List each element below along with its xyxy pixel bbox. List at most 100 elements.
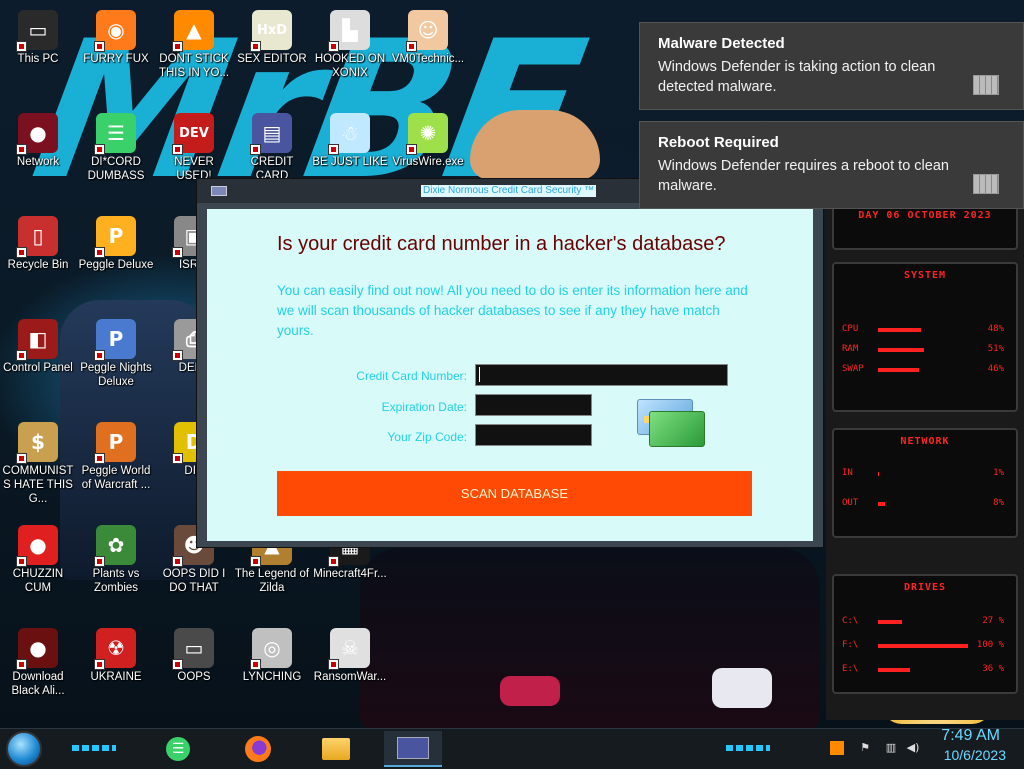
desktop-icon[interactable]: ✿ Plants vs Zombies: [78, 521, 154, 617]
notification-reboot-required[interactable]: Reboot Required Windows Defender require…: [639, 121, 1024, 209]
taskbar-app-firefox[interactable]: [238, 731, 278, 767]
desktop-icon[interactable]: ◧ Control Panel: [0, 315, 76, 411]
gadget-row: CPU 48%: [842, 324, 1004, 334]
desktop-icon[interactable]: P Peggle Deluxe: [78, 212, 154, 308]
headline: Is your credit card number in a hacker's…: [277, 233, 726, 255]
gadget-date: DAY 06 OCTOBER 2023: [858, 210, 992, 221]
desktop-icon[interactable]: ▙ HOOKED ON XONIX: [312, 6, 388, 102]
shortcut-arrow-icon: [16, 247, 27, 258]
desktop-icon-label: COMMUNISTS HATE THIS G...: [2, 465, 74, 505]
desktop-icon-label: Network: [16, 156, 60, 168]
desktop-icon[interactable]: ▭ This PC: [0, 6, 76, 102]
credit-card-security-window[interactable]: Dixie Normous Credit Card Security ™ Is …: [196, 178, 824, 548]
gadget-row: OUT 8%: [842, 498, 1004, 508]
desktop-icon[interactable]: ☠ RansomWar...: [312, 624, 388, 720]
vlc-cone-icon: ▲: [172, 10, 214, 52]
desktop-icon[interactable]: ● CHUZZIN CUM: [0, 521, 76, 617]
network-tray-icon[interactable]: ▥: [884, 741, 898, 755]
icon-glyph: ●: [29, 636, 47, 660]
gadget-row-value: 48%: [987, 324, 1004, 334]
taskbar-decoration-right: [726, 745, 770, 751]
santa-icon: ☃: [328, 113, 370, 155]
desktop-icon[interactable]: ☺ VM0Technic...: [390, 6, 466, 102]
shortcut-arrow-icon: [406, 41, 417, 52]
expiration-date-input[interactable]: [475, 394, 592, 416]
description-text: You can easily find out now! All you nee…: [277, 283, 748, 338]
shortcut-arrow-icon: [94, 453, 105, 464]
tray-app-icon[interactable]: [830, 741, 844, 755]
recycle-bin-icon: ▯: [16, 216, 58, 258]
firefox-icon: ◉: [94, 10, 136, 52]
gadget-system-title: SYSTEM: [903, 270, 947, 281]
icon-glyph: ◧: [28, 327, 48, 351]
gadget-row-label: CPU: [842, 324, 859, 334]
desktop-icon[interactable]: $ COMMUNISTS HATE THIS G...: [0, 418, 76, 514]
icon-glyph: ▯: [32, 224, 44, 248]
taskbar: ☰ ⚑ ▥ ◀) 7:49 AM 10/6/2023: [0, 727, 1024, 769]
desktop-icon-label: Recycle Bin: [7, 259, 69, 271]
desktop-icon[interactable]: P Peggle Nights Deluxe: [78, 315, 154, 411]
cyber-system-monitor-gadget: DAY 06 OCTOBER 2023 SYSTEM CPU 48% RAM 51% S…: [826, 178, 1024, 720]
pvz-icon: ✿: [94, 525, 136, 567]
this-pc-icon: ▭: [16, 10, 58, 52]
gadget-row-label: RAM: [842, 344, 859, 354]
shortcut-arrow-icon: [172, 659, 183, 670]
desktop-icon[interactable]: ▯ Recycle Bin: [0, 212, 76, 308]
clock-time: 7:49 AM: [941, 727, 1000, 744]
discord-icon: ☰: [166, 737, 190, 761]
desktop-icon-label: Plants vs Zombies: [92, 568, 140, 594]
firefox-icon: [245, 736, 271, 762]
action-center-flag-icon[interactable]: ⚑: [858, 741, 872, 755]
noose-icon: ◎: [250, 628, 292, 670]
icon-glyph: ✿: [107, 533, 125, 557]
shortcut-arrow-icon: [172, 247, 183, 258]
zip-code-input[interactable]: [475, 424, 592, 446]
card-number-input[interactable]: [475, 364, 728, 386]
download-orb-icon: ●: [16, 628, 58, 670]
desktop-icon[interactable]: ◎ LYNCHING: [234, 624, 310, 720]
peggle-nights-icon: P: [94, 319, 136, 361]
icon-glyph: P: [108, 327, 124, 351]
desktop-icon[interactable]: ● Network: [0, 109, 76, 205]
icon-glyph: ✺: [419, 121, 437, 145]
taskbar-app-credit-card[interactable]: [384, 731, 442, 767]
gadget-row-label: E:\: [842, 664, 859, 674]
icon-glyph: ●: [29, 533, 47, 557]
start-orb-button[interactable]: [6, 731, 42, 767]
desktop-icon[interactable]: HxD SEX EDITOR: [234, 6, 310, 102]
shortcut-arrow-icon: [94, 350, 105, 361]
shortcut-arrow-icon: [16, 556, 27, 567]
shortcut-arrow-icon: [172, 41, 183, 52]
desktop-icon-label: HOOKED ON XONIX: [314, 53, 386, 79]
volume-icon[interactable]: ◀): [906, 741, 920, 755]
desktop-icon-label: Peggle Deluxe: [78, 259, 154, 271]
folder-icon: [322, 738, 350, 760]
shortcut-arrow-icon: [250, 144, 261, 155]
defender-castle-icon: [973, 75, 999, 95]
scan-database-button[interactable]: SCAN DATABASE: [277, 471, 752, 516]
notification-malware-detected[interactable]: Malware Detected Windows Defender is tak…: [639, 22, 1024, 110]
desktop-icon[interactable]: ▲ DONT STICK THIS IN YO...: [156, 6, 232, 102]
desktop-icon[interactable]: ● Download Black Ali...: [0, 624, 76, 720]
icon-glyph: ▤: [262, 121, 282, 145]
taskbar-app-discord[interactable]: ☰: [158, 731, 198, 767]
doctor-icon: ☺: [406, 10, 448, 52]
desktop-icon[interactable]: P Peggle World of Warcraft ...: [78, 418, 154, 514]
taskbar-app-file-explorer[interactable]: [316, 731, 356, 767]
desktop-icon[interactable]: ☢ UKRAINE: [78, 624, 154, 720]
desktop-icon[interactable]: ☰ DI*CORD DUMBASS: [78, 109, 154, 205]
shortcut-arrow-icon: [16, 41, 27, 52]
desktop-icon-label: Control Panel: [3, 362, 73, 374]
icon-glyph: ▭: [184, 636, 204, 660]
lime-icon: ✺: [406, 113, 448, 155]
desktop-icon-label: Peggle World of Warcraft ...: [81, 465, 151, 491]
gadget-drives-panel: DRIVES C:\ 27 % F:\ 100 % E:\ 36 %: [832, 574, 1018, 694]
clock[interactable]: 7:49 AM 10/6/2023: [924, 727, 1024, 769]
notification-body: Windows Defender is taking action to cle…: [658, 59, 936, 95]
desktop-icon[interactable]: ▭ OOPS: [156, 624, 232, 720]
shortcut-arrow-icon: [250, 556, 261, 567]
xonix-game-icon: ▙: [328, 10, 370, 52]
gadget-drives-title: DRIVES: [903, 582, 947, 593]
notification-title: Malware Detected: [658, 35, 785, 52]
desktop-icon[interactable]: ◉ FURRY FUX: [78, 6, 154, 102]
